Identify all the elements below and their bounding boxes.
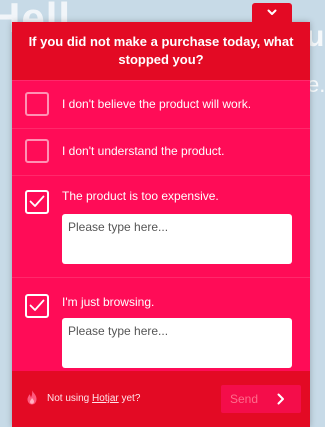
checkmark-icon [29, 195, 45, 207]
send-label: Send [230, 392, 259, 406]
feedback-poll-widget: If you did not make a purchase today, wh… [12, 22, 310, 427]
send-button[interactable]: Send [221, 385, 301, 413]
option-label: I'm just browsing. [62, 295, 155, 309]
option-checkbox[interactable] [25, 139, 49, 163]
hotjar-link[interactable]: Hotjar [92, 393, 119, 404]
poll-option-too-expensive[interactable]: The product is too expensive. [12, 175, 310, 277]
option-checkbox[interactable] [25, 294, 49, 318]
option-label: The product is too expensive. [62, 189, 219, 203]
poll-header: If you did not make a purchase today, wh… [12, 22, 310, 80]
minimize-toggle[interactable] [252, 3, 292, 27]
comment-textarea[interactable] [62, 318, 292, 368]
checkmark-icon [29, 299, 45, 311]
hotjar-flame-icon [26, 390, 38, 410]
comment-textarea[interactable] [62, 214, 292, 264]
option-label: I don't understand the product. [62, 144, 225, 158]
chevron-down-icon [267, 9, 277, 15]
option-checkbox[interactable] [25, 190, 49, 214]
option-label: I don't believe the product will work. [62, 97, 252, 111]
poll-question: If you did not make a purchase today, wh… [28, 34, 294, 67]
poll-footer: Not using Hotjar yet? Send [12, 371, 310, 427]
footer-prefix: Not using [47, 393, 93, 404]
option-checkbox[interactable] [25, 92, 49, 116]
poll-option-just-browsing[interactable]: I'm just browsing. [12, 277, 310, 378]
footer-promo: Not using Hotjar yet? [47, 393, 140, 404]
poll-option-not-understand[interactable]: I don't understand the product. [12, 128, 310, 175]
footer-suffix: yet? [118, 393, 141, 404]
chevron-right-icon [277, 393, 285, 408]
poll-option-not-believe[interactable]: I don't believe the product will work. [12, 80, 310, 128]
